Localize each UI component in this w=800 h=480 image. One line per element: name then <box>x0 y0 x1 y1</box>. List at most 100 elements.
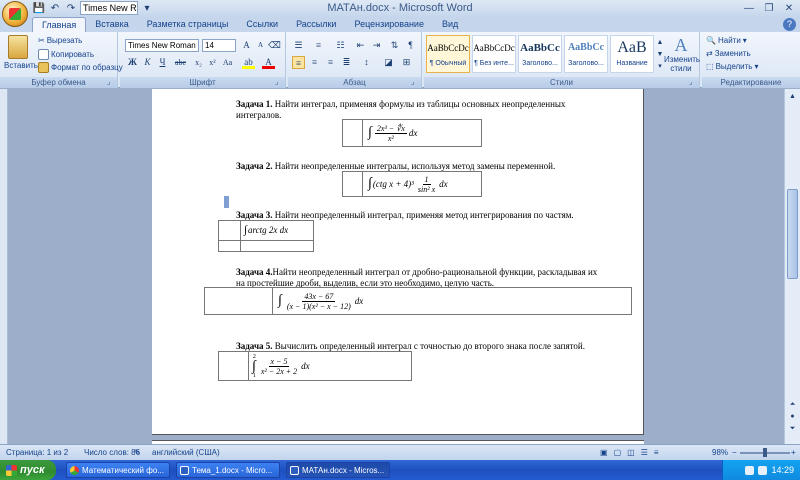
tab-review[interactable]: Рецензирование <box>345 17 433 32</box>
zoom-out-icon[interactable]: − <box>732 448 737 457</box>
paste-button[interactable]: Вставить <box>4 35 38 70</box>
font-launcher-icon[interactable]: ⌟ <box>275 79 283 87</box>
task-1-text: Задача 1. Найти интеграл, применяя форму… <box>236 99 566 120</box>
font-color-icon[interactable]: A <box>262 56 275 69</box>
close-icon[interactable]: ✕ <box>780 1 798 15</box>
tab-mailings[interactable]: Рассылки <box>287 17 345 32</box>
align-left-icon[interactable]: ≡ <box>292 56 305 69</box>
vertical-ruler <box>0 89 8 444</box>
replace-button[interactable]: ⇄ Заменить <box>706 49 751 58</box>
title-bar: 💾 ↶ ↷ Times New Ro ▾ МАТАн.docx - Micros… <box>0 0 800 17</box>
clock[interactable]: 14:29 <box>771 465 794 475</box>
tab-view[interactable]: Вид <box>433 17 467 32</box>
tab-insert[interactable]: Вставка <box>86 17 137 32</box>
increase-indent-icon[interactable]: ⇥ <box>370 39 383 52</box>
style-title[interactable]: AaB Название <box>610 35 654 73</box>
tab-page-layout[interactable]: Разметка страницы <box>138 17 238 32</box>
clipboard-launcher-icon[interactable]: ⌟ <box>107 79 115 87</box>
office-button[interactable] <box>2 1 28 27</box>
full-screen-icon[interactable]: ▢ <box>614 448 622 457</box>
browse-object-icon[interactable]: ● <box>787 411 798 422</box>
volume-icon[interactable] <box>758 465 768 475</box>
proofing-icon[interactable]: ✎ <box>134 448 141 457</box>
style-no-spacing[interactable]: AaBbCcDc ¶ Без инте... <box>472 35 516 73</box>
draft-icon[interactable]: ≡ <box>654 448 659 457</box>
word-count[interactable]: Число слов: 86 <box>84 448 140 457</box>
highlight-icon[interactable]: ab <box>242 56 255 69</box>
styles-launcher-icon[interactable]: ⌟ <box>689 79 697 87</box>
subscript-icon[interactable]: x₂ <box>192 56 205 69</box>
office-logo-icon <box>9 8 21 20</box>
paragraph-label: Абзац <box>288 77 421 88</box>
bullets-icon[interactable]: ☰ <box>292 39 305 52</box>
shrink-font-icon[interactable]: A <box>254 39 267 52</box>
outline-icon[interactable]: ☰ <box>641 448 648 457</box>
align-right-icon[interactable]: ≡ <box>324 56 337 69</box>
start-button[interactable]: пуск <box>0 460 56 480</box>
tab-references[interactable]: Ссылки <box>237 17 287 32</box>
status-bar: Страница: 1 из 2 Число слов: 86 ✎ англий… <box>0 444 800 460</box>
scroll-thumb[interactable] <box>787 189 798 279</box>
multilevel-list-icon[interactable]: ☷ <box>334 39 347 52</box>
bold-icon[interactable]: Ж <box>126 56 139 69</box>
grow-font-icon[interactable]: A <box>240 39 253 52</box>
style-normal[interactable]: AaBbCcDc ¶ Обычный <box>426 35 470 73</box>
taskbar-item-matan[interactable]: МАТАн.docx - Micros... <box>286 462 390 478</box>
pilcrow-icon[interactable]: ¶ <box>404 39 417 52</box>
numbering-icon[interactable]: ≡ <box>312 39 325 52</box>
taskbar-item-browser[interactable]: Математический фо... <box>66 462 170 478</box>
sort-icon[interactable]: ⇅ <box>388 39 401 52</box>
shading-icon[interactable]: ◪ <box>382 56 395 69</box>
paragraph-launcher-icon[interactable]: ⌟ <box>411 79 419 87</box>
style-heading-2[interactable]: AaBbCc Заголово... <box>564 35 608 73</box>
underline-icon[interactable]: Ч <box>156 56 169 69</box>
network-icon[interactable] <box>745 465 755 475</box>
system-tray: 14:29 <box>722 460 800 480</box>
change-styles-icon: A <box>674 35 688 55</box>
windows-flag-icon <box>6 464 17 476</box>
font-name-combo[interactable]: Times New Roman <box>125 39 199 52</box>
vertical-scrollbar[interactable]: ▲ ⏶ ● ⏷ <box>784 89 800 444</box>
select-button[interactable]: ⬚ Выделить ▾ <box>706 62 758 71</box>
help-icon[interactable]: ? <box>783 18 796 31</box>
document-page[interactable]: Задача 1. Найти интеграл, применяя форму… <box>152 89 644 435</box>
minimize-icon[interactable]: — <box>740 1 758 15</box>
language[interactable]: английский (США) <box>152 448 220 457</box>
next-page-icon[interactable]: ⏷ <box>787 423 798 434</box>
font-size-combo[interactable]: 14 <box>202 39 236 52</box>
borders-icon[interactable]: ⊞ <box>400 56 413 69</box>
prev-page-icon[interactable]: ⏶ <box>787 399 798 410</box>
task-4-table <box>204 287 632 315</box>
scroll-up-icon[interactable]: ▲ <box>787 91 798 102</box>
maximize-icon[interactable]: ❐ <box>760 1 778 15</box>
line-spacing-icon[interactable]: ↕ <box>360 56 373 69</box>
taskbar-item-tema[interactable]: Тема_1.docx - Micro... <box>176 462 280 478</box>
change-case-icon[interactable]: Aa <box>221 56 234 69</box>
zoom-in-icon[interactable]: + <box>791 448 796 457</box>
decrease-indent-icon[interactable]: ⇤ <box>354 39 367 52</box>
italic-icon[interactable]: К <box>141 56 154 69</box>
binoculars-icon: 🔍 <box>706 36 716 45</box>
print-layout-icon[interactable]: ▣ <box>600 448 608 457</box>
web-layout-icon[interactable]: ◫ <box>627 448 635 457</box>
windows-taskbar: пуск Математический фо... Тема_1.docx - … <box>0 460 800 480</box>
style-heading-1[interactable]: AaBbCc Заголово... <box>518 35 562 73</box>
styles-scroll-icon[interactable]: ▲ ▼ ▾ <box>656 36 664 74</box>
zoom-level[interactable]: 98% <box>712 448 728 457</box>
align-center-icon[interactable]: ≡ <box>308 56 321 69</box>
superscript-icon[interactable]: x² <box>206 56 219 69</box>
tab-home[interactable]: Главная <box>32 17 87 32</box>
page-count[interactable]: Страница: 1 из 2 <box>6 448 68 457</box>
copy-button[interactable]: Копировать <box>38 49 94 60</box>
strikethrough-icon[interactable]: abe <box>174 56 187 69</box>
window-title: МАТАн.docx - Microsoft Word <box>327 2 473 14</box>
zoom-knob[interactable] <box>763 448 767 457</box>
editing-label: Редактирование <box>702 77 800 88</box>
clear-format-icon[interactable]: ⌫ <box>268 39 281 52</box>
change-styles-button[interactable]: A Изменить стили <box>664 35 700 73</box>
justify-icon[interactable]: ≣ <box>340 56 353 69</box>
format-painter-button[interactable]: Формат по образцу <box>38 62 123 73</box>
find-button[interactable]: 🔍 Найти ▾ <box>706 36 747 45</box>
cut-button[interactable]: ✂ Вырезать <box>38 36 82 45</box>
scissors-icon: ✂ <box>38 36 45 45</box>
